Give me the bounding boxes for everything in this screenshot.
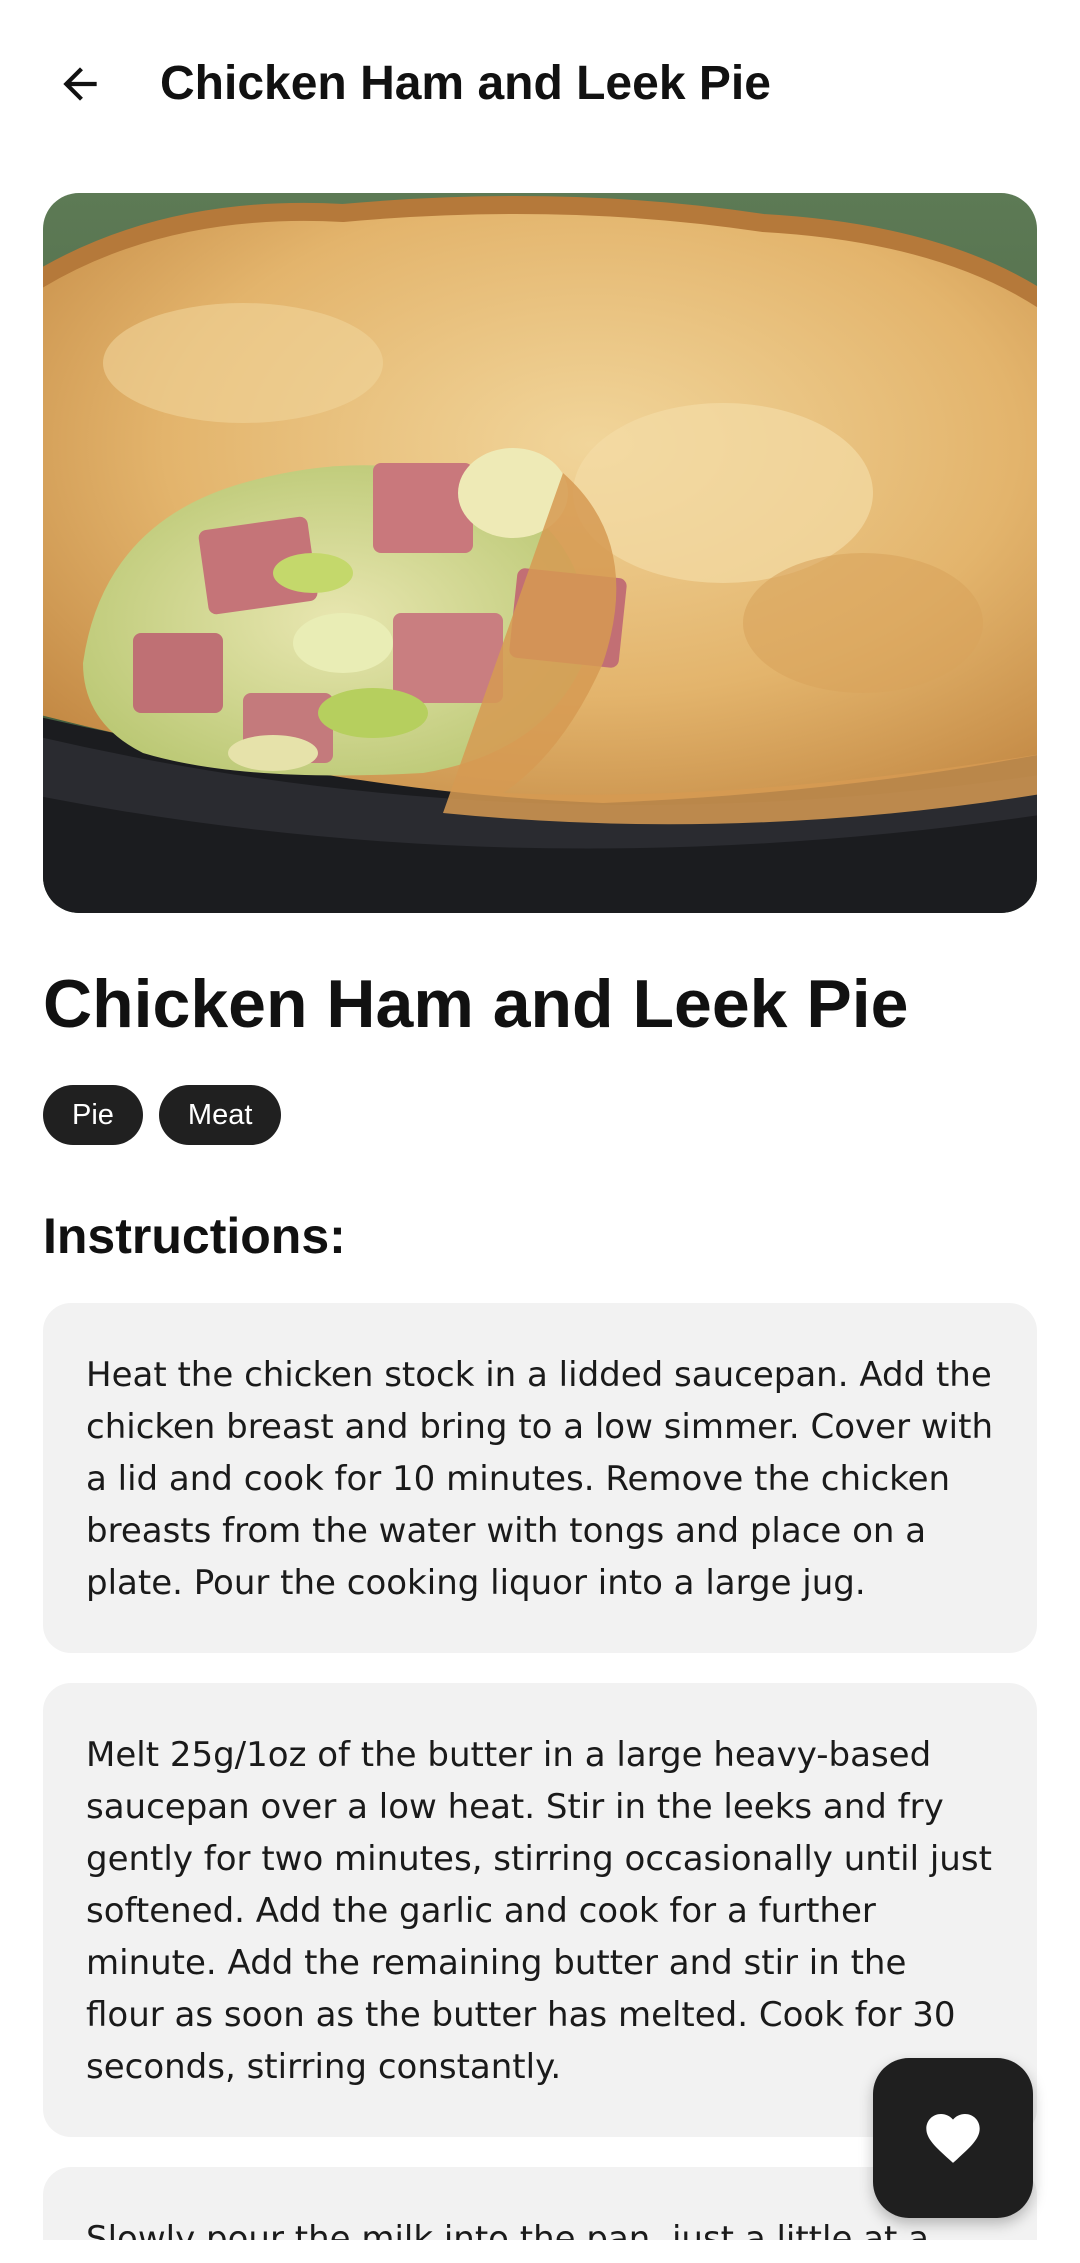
instruction-text: Melt 25g/1oz of the butter in a large he… (86, 1735, 992, 2087)
app-bar: Chicken Ham and Leek Pie (0, 0, 1080, 168)
favorite-button[interactable] (873, 2058, 1033, 2218)
tag-list: Pie Meat (43, 1085, 282, 1145)
recipe-title: Chicken Ham and Leek Pie (43, 966, 909, 1042)
instruction-text: Slowly pour the milk into the pan, just … (86, 2219, 929, 2240)
instruction-text: Heat the chicken stock in a lidded sauce… (86, 1355, 994, 1603)
instructions-heading: Instructions: (43, 1208, 346, 1264)
instruction-card: Heat the chicken stock in a lidded sauce… (43, 1303, 1037, 1653)
recipe-image (43, 193, 1037, 913)
heart-icon (926, 2114, 980, 2163)
arrow-left-icon (63, 67, 97, 101)
app-bar-title: Chicken Ham and Leek Pie (160, 57, 771, 110)
tag-chip[interactable]: Pie (43, 1085, 143, 1145)
back-button[interactable] (40, 44, 120, 124)
tag-chip[interactable]: Meat (158, 1085, 282, 1145)
